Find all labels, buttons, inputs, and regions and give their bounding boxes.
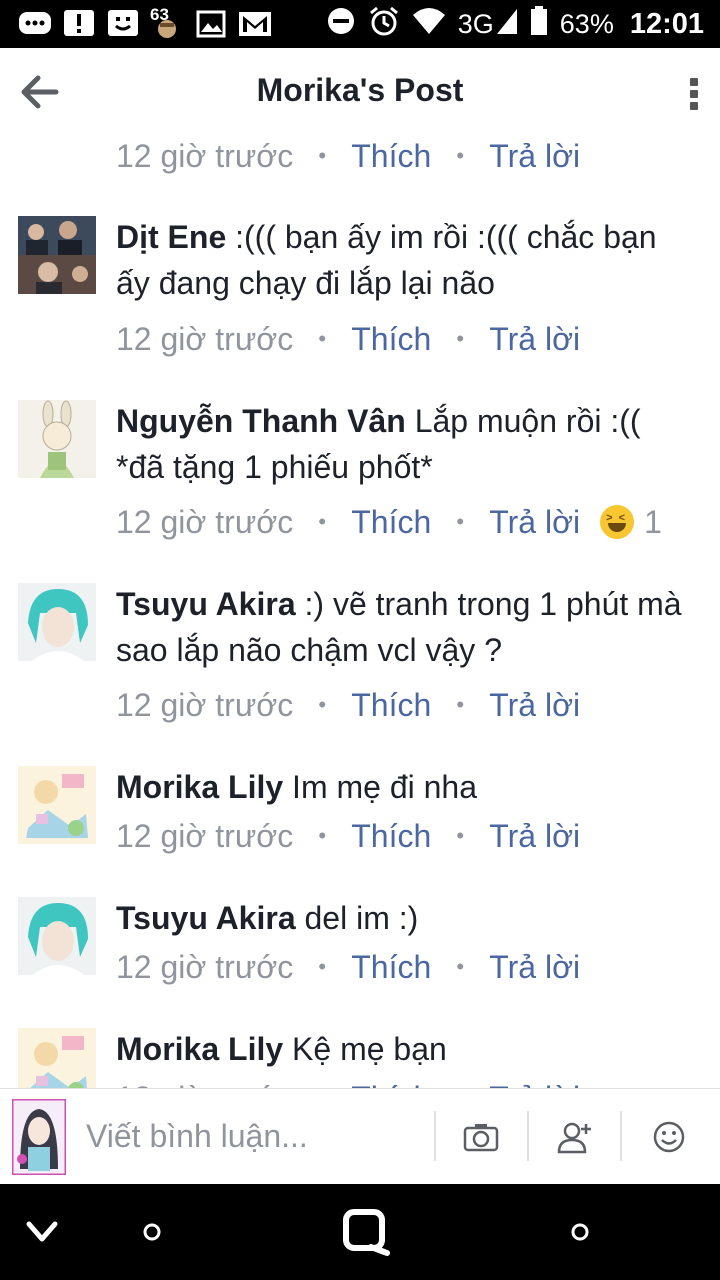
like-link[interactable]: Thích	[351, 140, 431, 175]
reply-link[interactable]: Trả lời	[489, 504, 580, 541]
like-link[interactable]: Thích	[351, 949, 431, 986]
add-person-icon	[557, 1122, 591, 1154]
avatar[interactable]	[18, 583, 96, 661]
home-square-icon	[343, 1209, 390, 1256]
comment-meta: 12 giờ trước • Thích • Trả lời >< 1	[116, 503, 662, 541]
comment-input[interactable]	[86, 1113, 416, 1159]
comment-author[interactable]: Morika Lily	[116, 769, 283, 805]
comment-composer	[0, 1088, 720, 1184]
comment-time: 12 giờ trước	[116, 817, 294, 854]
more-vert-icon	[690, 78, 698, 86]
signal-icon	[496, 7, 518, 42]
reply-link[interactable]: Trả lời	[489, 140, 580, 175]
avatar[interactable]	[18, 216, 96, 294]
comment-author[interactable]: Morika Lily	[116, 1031, 283, 1067]
nav-home-button[interactable]	[338, 1206, 394, 1258]
comment-time: 12 giờ trước	[116, 948, 294, 985]
comment-list[interactable]: 12 giờ trước • Thích • Trả lời Dịt Ene :…	[0, 140, 720, 1090]
avatar[interactable]	[18, 400, 96, 478]
comment-meta: 12 giờ trước • Thích • Trả lời	[116, 817, 581, 855]
messenger-notification-icon	[18, 9, 52, 39]
notification-badge: 63	[150, 5, 169, 24]
gmail-notification-icon	[238, 9, 272, 39]
comment-time: 12 giờ trước	[116, 320, 294, 357]
reply-link[interactable]: Trả lời	[489, 321, 580, 358]
comment-body: Morika Lily Kệ mẹ bạn	[116, 1026, 696, 1072]
comment-body: Tsuyu Akira :) vẽ tranh trong 1 phút mà …	[116, 581, 696, 673]
reaction-summary[interactable]: >< 1	[600, 504, 662, 541]
circle-icon	[571, 1223, 589, 1241]
like-link[interactable]: Thích	[351, 818, 431, 855]
network-type: 3G	[457, 8, 494, 39]
status-bar: 63 3G 63% 12:01	[0, 0, 720, 48]
smiley-icon	[653, 1121, 685, 1153]
comment-body: Tsuyu Akira del im :)	[116, 895, 696, 941]
nav-circle-button[interactable]	[138, 1206, 166, 1258]
camera-button[interactable]	[459, 1115, 503, 1159]
comment-author[interactable]: Tsuyu Akira	[116, 586, 296, 622]
comment-time: 12 giờ trước	[116, 140, 294, 174]
wifi-icon	[412, 7, 446, 42]
reply-link[interactable]: Trả lời	[489, 818, 580, 855]
comment-meta: 12 giờ trước • Thích • Trả lời	[116, 948, 581, 986]
nav-recents-button[interactable]	[566, 1206, 594, 1258]
like-link[interactable]: Thích	[351, 504, 431, 541]
comment-text: Im mẹ đi nha	[283, 769, 478, 805]
reaction-count: 1	[644, 503, 662, 540]
avatar[interactable]	[18, 897, 96, 975]
laughing-emoji-icon: ><	[600, 505, 635, 539]
comment-author[interactable]: Nguyễn Thanh Vân	[116, 403, 406, 439]
battery-icon	[530, 5, 548, 43]
nav-back-button[interactable]	[22, 1206, 62, 1258]
reply-link[interactable]: Trả lời	[489, 949, 580, 986]
comment-meta: 12 giờ trước • Thích • Trả lời	[116, 140, 580, 176]
alert-notification-icon	[62, 9, 96, 39]
mention-friend-button[interactable]	[553, 1115, 597, 1159]
emoji-button[interactable]	[647, 1115, 691, 1159]
comment-text: del im :)	[295, 900, 419, 936]
comment-author[interactable]: Tsuyu Akira	[116, 900, 296, 936]
battery-percent: 63%	[559, 8, 614, 39]
system-nav-bar	[0, 1184, 720, 1280]
alarm-icon	[368, 5, 400, 44]
comment-body: Morika Lily Im mẹ đi nha	[116, 764, 696, 810]
comment-body: Dịt Ene :((( bạn ấy im rồi :((( chắc bạn…	[116, 214, 696, 306]
comment-body: Nguyễn Thanh Vân Lắp muộn rồi :(( *đã tặ…	[116, 398, 696, 490]
comment-text: Kệ mẹ bạn	[283, 1031, 447, 1067]
more-options-button[interactable]	[686, 74, 702, 114]
image-notification-icon	[194, 9, 228, 39]
smiley-notification-icon	[106, 9, 140, 39]
avatar[interactable]	[18, 766, 96, 844]
comment-author[interactable]: Dịt Ene	[116, 219, 226, 255]
avatar[interactable]	[18, 1028, 96, 1090]
comment-time: 12 giờ trước	[116, 503, 294, 540]
dnd-icon	[326, 6, 356, 43]
page-title: Morika's Post	[256, 72, 464, 108]
avatar-notification-icon: 63	[150, 5, 184, 39]
my-avatar[interactable]	[10, 1097, 68, 1177]
like-link[interactable]: Thích	[351, 321, 431, 358]
like-link[interactable]: Thích	[351, 687, 431, 724]
comment-meta: 12 giờ trước • Thích • Trả lời	[116, 686, 581, 724]
comment-time: 12 giờ trước	[116, 686, 294, 723]
camera-icon	[463, 1124, 499, 1152]
comment-meta: 12 giờ trước • Thích • Trả lời	[116, 320, 581, 358]
circle-icon	[143, 1223, 161, 1241]
reply-link[interactable]: Trả lời	[489, 687, 580, 724]
chevron-down-icon	[26, 1221, 58, 1242]
clock: 12:01	[629, 7, 704, 40]
post-header: Morika's Post	[0, 48, 720, 140]
